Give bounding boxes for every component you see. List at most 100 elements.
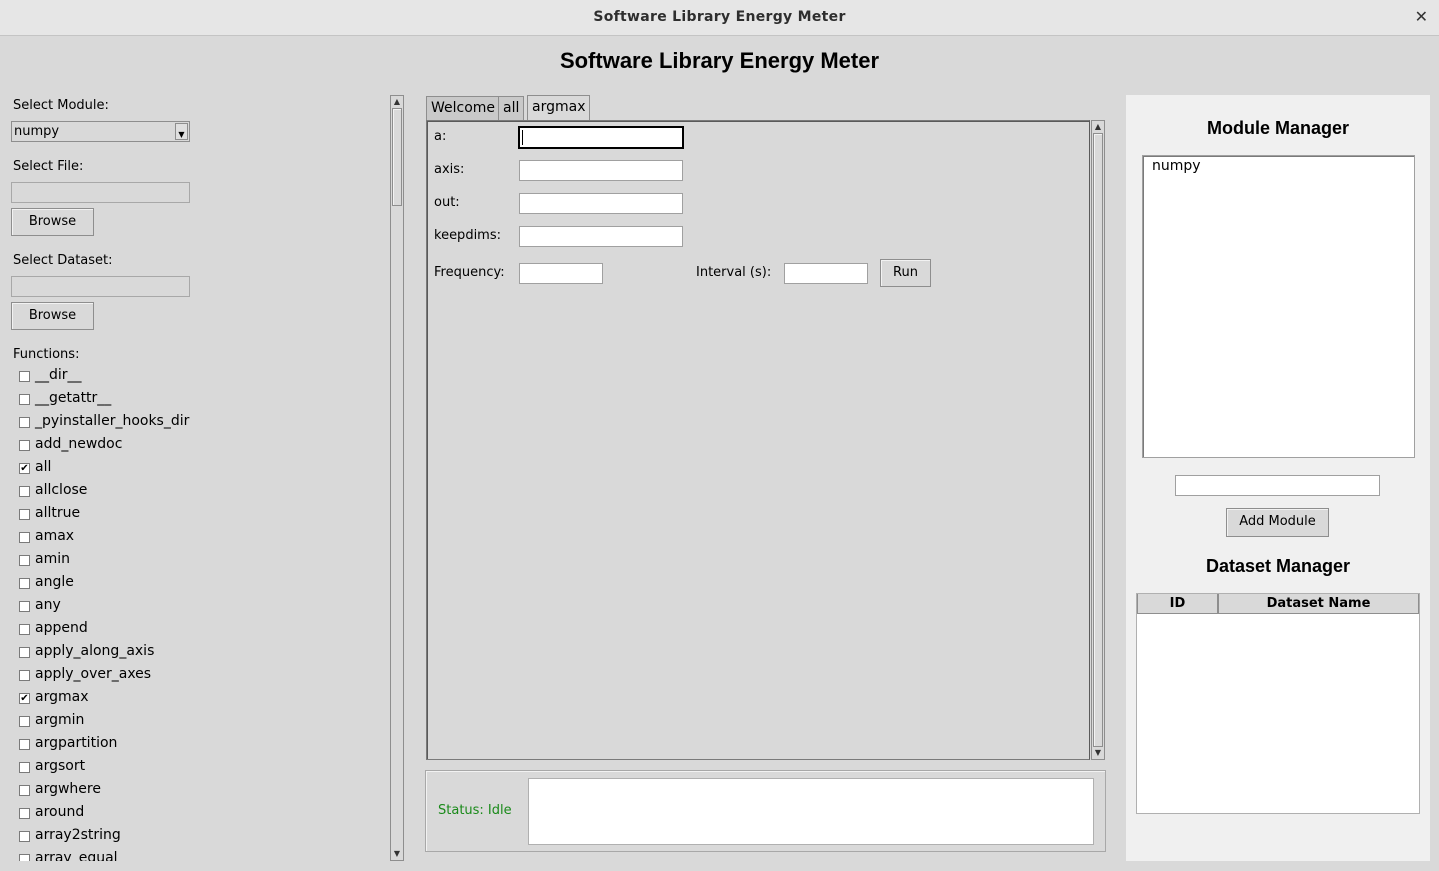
function-item[interactable]: add_newdoc <box>19 434 379 456</box>
function-item[interactable]: around <box>19 802 379 824</box>
checkbox[interactable] <box>19 670 30 681</box>
tab-welcome[interactable]: Welcome <box>426 96 501 120</box>
window-title: Software Library Energy Meter <box>593 9 846 25</box>
function-item[interactable]: __getattr__ <box>19 388 379 410</box>
function-item[interactable]: amin <box>19 549 379 571</box>
checkbox[interactable] <box>19 578 30 589</box>
arrow-up-icon[interactable]: ▲ <box>1092 121 1104 133</box>
module-list-item[interactable]: numpy <box>1152 158 1201 174</box>
function-item[interactable]: angle <box>19 572 379 594</box>
checkbox[interactable] <box>19 831 30 842</box>
close-icon[interactable]: ✕ <box>1415 7 1428 26</box>
tab-argmax[interactable]: argmax <box>527 95 591 121</box>
param-axis-label: axis: <box>434 162 465 177</box>
function-item-label: append <box>35 620 88 636</box>
text-cursor <box>522 130 523 145</box>
module-combobox[interactable]: numpy ▼ <box>11 121 190 142</box>
function-item[interactable]: array_equal <box>19 848 379 861</box>
function-item[interactable]: ✔ argmax <box>19 687 379 709</box>
functions-scrollbar[interactable]: ▲ ▼ <box>390 95 404 861</box>
function-item[interactable]: argwhere <box>19 779 379 801</box>
checkbox[interactable] <box>19 394 30 405</box>
checkbox[interactable] <box>19 440 30 451</box>
param-keepdims-input[interactable] <box>519 226 683 247</box>
param-axis-input[interactable] <box>519 160 683 181</box>
function-item[interactable]: argmin <box>19 710 379 732</box>
checkbox[interactable] <box>19 417 30 428</box>
scrollbar-thumb[interactable] <box>1093 133 1103 747</box>
dataset-path-field[interactable] <box>11 276 190 297</box>
checkbox[interactable] <box>19 371 30 382</box>
select-file-label: Select File: <box>13 159 84 174</box>
function-params-frame <box>426 120 1090 760</box>
checkbox[interactable] <box>19 739 30 750</box>
checkmark-icon[interactable]: ✔ <box>19 463 30 474</box>
checkbox[interactable] <box>19 624 30 635</box>
function-item[interactable]: ✔ all <box>19 457 379 479</box>
function-item[interactable]: amax <box>19 526 379 548</box>
checkbox[interactable] <box>19 716 30 727</box>
checkbox[interactable] <box>19 532 30 543</box>
checkbox[interactable] <box>19 601 30 612</box>
checkbox[interactable] <box>19 486 30 497</box>
app-title: Software Library Energy Meter <box>559 48 880 73</box>
add-module-button[interactable]: Add Module <box>1226 508 1329 537</box>
function-item-label: around <box>35 804 85 820</box>
function-item-label: amax <box>35 528 75 544</box>
checkmark-icon[interactable]: ✔ <box>19 693 30 704</box>
window-titlebar: Software Library Energy Meter ✕ <box>0 0 1439 36</box>
checkbox[interactable] <box>19 647 30 658</box>
arrow-down-icon[interactable]: ▼ <box>1092 747 1104 759</box>
select-module-label: Select Module: <box>13 98 109 113</box>
checkbox[interactable] <box>19 808 30 819</box>
browse-file-button[interactable]: Browse <box>11 208 94 236</box>
run-button[interactable]: Run <box>880 259 931 287</box>
function-item[interactable]: _pyinstaller_hooks_dir <box>19 411 379 433</box>
function-item-label: argsort <box>35 758 86 774</box>
module-listbox[interactable]: numpy <box>1142 155 1415 458</box>
checkbox[interactable] <box>19 762 30 773</box>
checkbox[interactable] <box>19 785 30 796</box>
function-item-label: apply_along_axis <box>35 643 155 659</box>
function-item[interactable]: apply_along_axis <box>19 641 379 663</box>
file-path-field[interactable] <box>11 182 190 203</box>
function-item[interactable]: argsort <box>19 756 379 778</box>
function-item[interactable]: append <box>19 618 379 640</box>
function-item[interactable]: __dir__ <box>19 365 379 387</box>
function-item[interactable]: any <box>19 595 379 617</box>
column-header-id[interactable]: ID <box>1137 594 1218 614</box>
function-item-label: array_equal <box>35 850 118 861</box>
param-out-input[interactable] <box>519 193 683 214</box>
function-item[interactable]: alltrue <box>19 503 379 525</box>
checkbox[interactable] <box>19 854 30 861</box>
status-output-box[interactable] <box>528 778 1094 845</box>
checkbox[interactable] <box>19 509 30 520</box>
frequency-input[interactable] <box>519 263 603 284</box>
chevron-down-icon[interactable]: ▼ <box>175 123 188 140</box>
arrow-up-icon[interactable]: ▲ <box>391 96 403 108</box>
function-item[interactable]: allclose <box>19 480 379 502</box>
function-item[interactable]: array2string <box>19 825 379 847</box>
select-dataset-label: Select Dataset: <box>13 253 113 268</box>
functions-list: __dir__ __getattr__ _pyinstaller_hooks_dir… <box>19 365 379 861</box>
interval-label: Interval (s): <box>696 265 772 280</box>
dataset-table[interactable]: ID Dataset Name <box>1136 593 1420 814</box>
managers-panel: Module Manager numpy Add Module Dataset … <box>1126 95 1430 861</box>
function-item-label: argwhere <box>35 781 101 797</box>
function-item[interactable]: apply_over_axes <box>19 664 379 686</box>
param-a-input[interactable] <box>518 126 684 149</box>
arrow-down-icon[interactable]: ▼ <box>391 848 403 860</box>
checkbox[interactable] <box>19 555 30 566</box>
function-item[interactable]: argpartition <box>19 733 379 755</box>
browse-dataset-button[interactable]: Browse <box>11 302 94 330</box>
dataset-manager-title: Dataset Manager <box>1205 556 1351 576</box>
function-item-label: argmax <box>35 689 89 705</box>
scrollbar-thumb[interactable] <box>392 108 402 206</box>
new-module-input[interactable] <box>1175 475 1380 496</box>
tab-all[interactable]: all <box>498 96 525 120</box>
form-scrollbar[interactable]: ▲ ▼ <box>1091 120 1105 760</box>
column-header-dataset-name[interactable]: Dataset Name <box>1218 594 1419 614</box>
function-item-label: all <box>35 459 52 475</box>
function-item-label: apply_over_axes <box>35 666 152 682</box>
interval-input[interactable] <box>784 263 868 284</box>
